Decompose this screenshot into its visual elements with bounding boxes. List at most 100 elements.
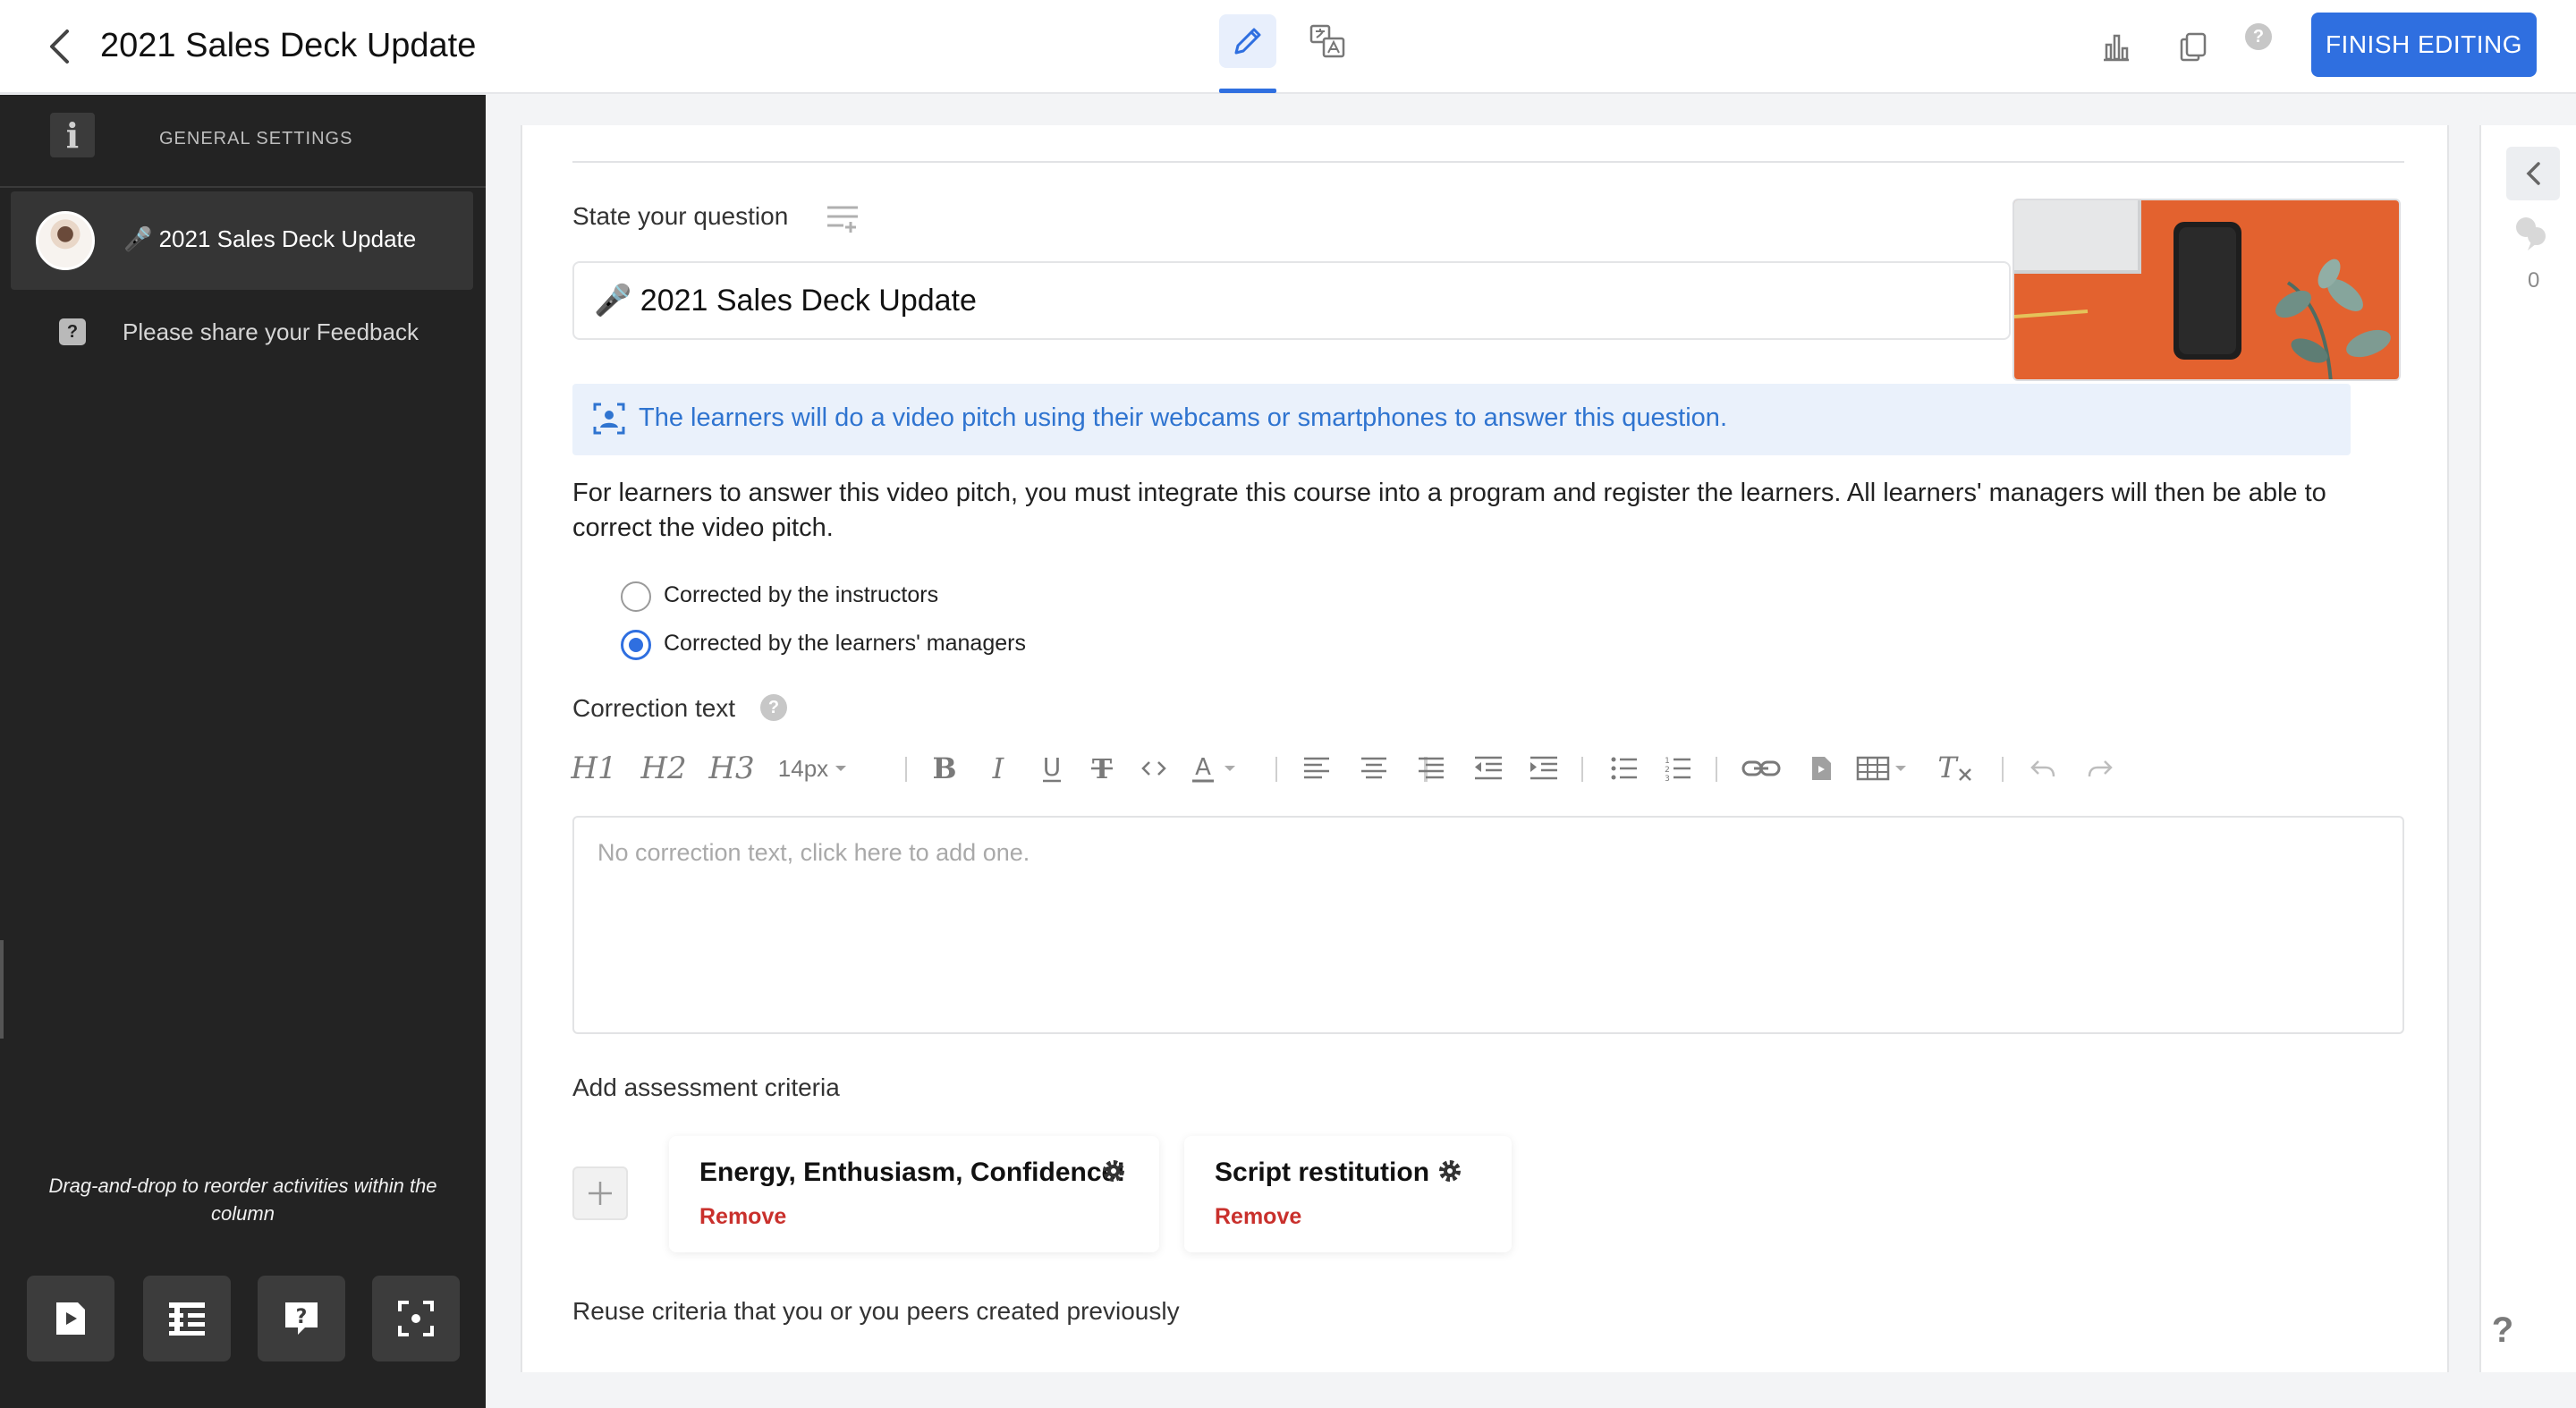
italic-button[interactable]: I (979, 744, 1018, 793)
correction-text-editor[interactable]: No correction text, click here to add on… (572, 816, 2404, 1034)
chat-bubbles-icon (2516, 217, 2546, 250)
chevron-left-icon (2526, 162, 2540, 185)
code-icon (1141, 761, 1166, 776)
undo-button[interactable] (2023, 744, 2063, 793)
active-tab-indicator (1219, 89, 1276, 93)
remove-criterion-button[interactable]: Remove (1215, 1204, 1301, 1230)
sidebar-item-activity[interactable]: 🎤 2021 Sales Deck Update (11, 191, 473, 290)
rich-text-toolbar-icons: B I U T A 1 2 3 T (572, 744, 2361, 793)
criterion-name: Script restitution (1215, 1158, 1430, 1187)
svg-text:B: B (932, 754, 956, 783)
numbered-list-button[interactable]: 123 (1658, 744, 1698, 793)
insert-file-button[interactable] (1801, 744, 1841, 793)
toolbar-separator (2002, 757, 2004, 782)
reuse-criteria-label: Reuse criteria that you or you peers cre… (572, 1297, 1180, 1325)
numbered-list-icon: 123 (1665, 757, 1690, 782)
toolbar-separator (1275, 757, 1277, 782)
play-document-icon (56, 1302, 85, 1335)
align-right-icon (1419, 757, 1444, 779)
sidebar-scrollbar[interactable] (0, 940, 4, 1039)
sidebar-item-feedback[interactable]: ? Please share your Feedback (0, 310, 486, 363)
align-center-icon (1361, 757, 1386, 779)
file-icon (1812, 757, 1831, 780)
criterion-card[interactable]: Script restitution Remove (1184, 1136, 1512, 1252)
page-help-button[interactable]: ? (2485, 1308, 2521, 1353)
general-settings-header[interactable]: i GENERAL SETTINGS (0, 95, 486, 188)
expand-rail-button[interactable] (2506, 147, 2560, 200)
svg-text:2: 2 (1665, 766, 1670, 775)
question-image[interactable] (2012, 199, 2401, 381)
underline-icon: U (1043, 753, 1061, 783)
clear-formatting-button[interactable]: T (1932, 744, 1979, 793)
activity-editor: State your question 🎤 2021 Sales Deck Up… (521, 125, 2449, 1372)
indent-icon (1530, 756, 1557, 780)
remove-criterion-button[interactable]: Remove (699, 1204, 786, 1230)
undo-icon (2030, 760, 2055, 777)
strikethrough-button[interactable]: T (1082, 744, 1122, 793)
help-button[interactable]: ? (2245, 23, 2272, 50)
add-criterion-button[interactable] (572, 1166, 628, 1220)
bullet-list-icon (1611, 757, 1637, 780)
avatar (36, 211, 95, 270)
tab-translate[interactable] (1299, 14, 1356, 68)
toolbar-separator (1581, 757, 1583, 782)
add-lines-icon (827, 206, 858, 233)
correction-help-icon[interactable]: ? (760, 694, 787, 721)
question-bubble-icon: ? (285, 1302, 318, 1335)
add-video-activity-button[interactable] (27, 1276, 114, 1361)
comments-button[interactable] (2513, 215, 2549, 259)
criterion-card[interactable]: Energy, Enthusiasm, Confidence! Remove (669, 1136, 1159, 1252)
table-icon (1856, 756, 1906, 781)
radio-corrected-by-managers[interactable] (621, 630, 651, 660)
bar-chart-icon (2104, 34, 2129, 62)
align-right-button[interactable] (1411, 744, 1451, 793)
outdent-button[interactable] (1469, 744, 1508, 793)
text-color-button[interactable]: A (1186, 744, 1243, 793)
question-input[interactable]: 🎤 2021 Sales Deck Update (572, 261, 2011, 340)
translate-icon (1309, 24, 1345, 58)
link-icon (1741, 760, 1781, 776)
radio-corrected-by-instructors[interactable] (621, 581, 651, 612)
criterion-settings-button[interactable] (1100, 1158, 1127, 1189)
copy-button[interactable] (2174, 27, 2213, 66)
sidebar-item-label: 🎤 2021 Sales Deck Update (123, 225, 417, 252)
svg-text:T: T (1937, 753, 1959, 784)
strikethrough-icon: T (1091, 754, 1113, 784)
svg-text:3: 3 (1665, 775, 1670, 782)
back-button[interactable] (39, 27, 79, 66)
link-button[interactable] (1737, 744, 1785, 793)
sidebar: i GENERAL SETTINGS 🎤 2021 Sales Deck Upd… (0, 95, 486, 1408)
svg-text:I: I (992, 754, 1005, 783)
italic-icon: I (992, 754, 1005, 783)
add-focus-activity-button[interactable] (372, 1276, 460, 1361)
divider (572, 161, 2404, 163)
question-label: State your question (572, 202, 789, 230)
correction-placeholder: No correction text, click here to add on… (597, 839, 1030, 866)
underline-button[interactable]: U (1032, 744, 1072, 793)
criterion-name: Energy, Enthusiasm, Confidence! (699, 1158, 1126, 1187)
radio-label-instructors: Corrected by the instructors (664, 582, 939, 607)
finish-editing-button[interactable]: FINISH EDITING (2311, 13, 2537, 77)
svg-text:?: ? (296, 1306, 308, 1328)
tab-edit[interactable] (1219, 14, 1276, 68)
assessment-criteria-label: Add assessment criteria (572, 1073, 840, 1101)
align-center-button[interactable] (1354, 744, 1394, 793)
question-options-button[interactable] (824, 200, 863, 241)
desk-photo (2014, 200, 2399, 379)
align-left-button[interactable] (1297, 744, 1336, 793)
page-title: 2021 Sales Deck Update (100, 27, 477, 64)
bold-icon: B (932, 754, 956, 783)
criterion-settings-button[interactable] (1436, 1158, 1463, 1189)
indent-button[interactable] (1524, 744, 1563, 793)
add-text-activity-button[interactable] (143, 1276, 231, 1361)
insert-table-button[interactable] (1852, 744, 1914, 793)
bullet-list-button[interactable] (1605, 744, 1644, 793)
add-quiz-activity-button[interactable]: ? (258, 1276, 345, 1361)
info-icon: i (50, 113, 95, 157)
redo-button[interactable] (2080, 744, 2120, 793)
redo-icon (2088, 760, 2113, 777)
bold-button[interactable]: B (925, 744, 964, 793)
copy-icon (2180, 32, 2207, 62)
code-button[interactable] (1134, 744, 1174, 793)
stats-button[interactable] (2097, 27, 2136, 66)
